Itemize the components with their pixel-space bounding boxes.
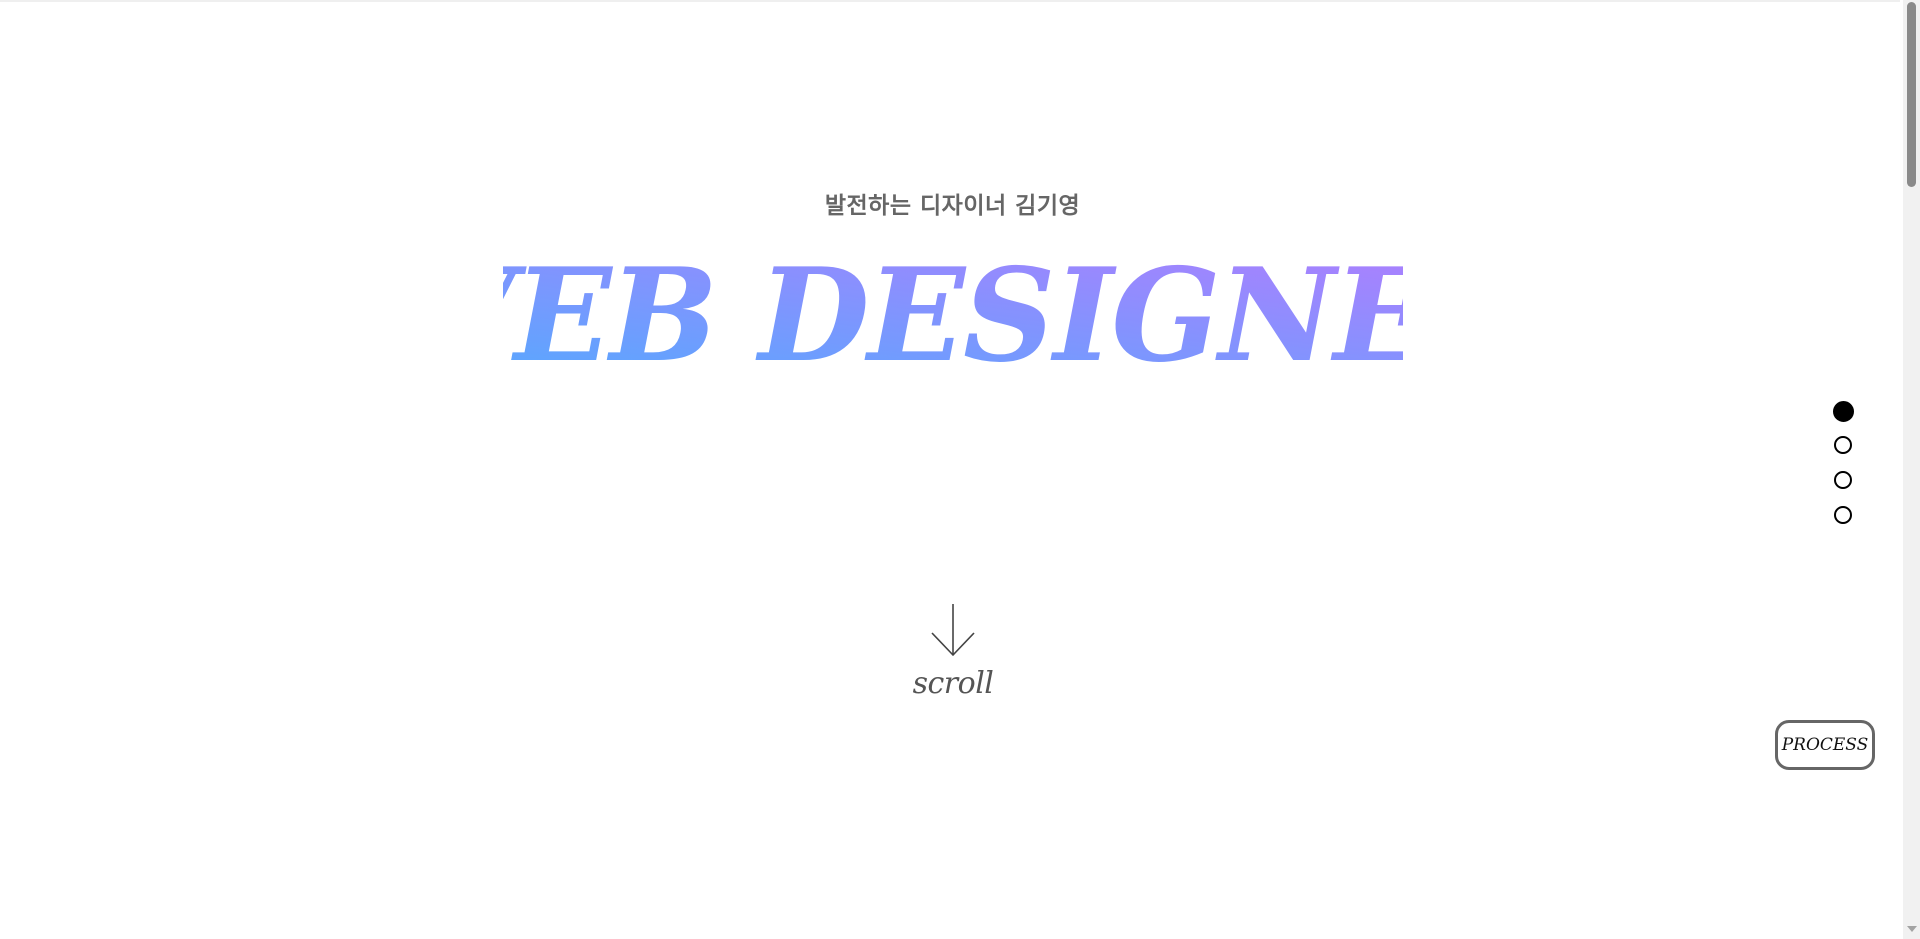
section-dot-2[interactable] bbox=[1834, 436, 1852, 454]
section-nav-dots bbox=[1833, 401, 1856, 541]
process-button[interactable]: PROCESS bbox=[1775, 720, 1875, 770]
section-dot-1[interactable] bbox=[1833, 401, 1854, 422]
arrow-down-icon bbox=[931, 604, 975, 657]
hero-title-text: WEB DESIGNER bbox=[503, 241, 1403, 380]
scroll-down-arrow-icon[interactable] bbox=[1907, 926, 1917, 932]
scrollbar-thumb[interactable] bbox=[1907, 2, 1916, 187]
scroll-label: scroll bbox=[912, 666, 994, 701]
page: 발전하는 디자이너 김기영 WEB DESIGNER scroll PROCES… bbox=[0, 0, 1920, 939]
hero-title-graphic: WEB DESIGNER bbox=[503, 241, 1403, 380]
hero-subtitle: 발전하는 디자이너 김기영 bbox=[824, 193, 1081, 219]
section-dot-4[interactable] bbox=[1834, 506, 1852, 524]
scrollbar[interactable] bbox=[1903, 0, 1920, 939]
section-dot-3[interactable] bbox=[1834, 471, 1852, 489]
top-divider bbox=[0, 0, 1900, 2]
hero-title: WEB DESIGNER bbox=[0, 240, 1905, 380]
scroll-cue[interactable]: scroll bbox=[900, 600, 1006, 710]
